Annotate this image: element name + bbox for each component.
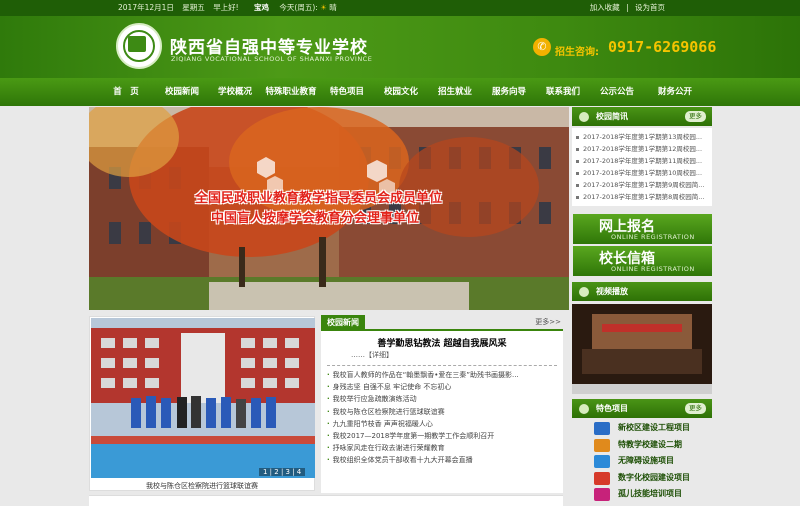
principal-mailbox-sublabel: ONLINE REGISTRATION [611, 265, 695, 273]
list-item[interactable]: 我校组织全体党员干部收看十九大开幕会直播 [327, 454, 561, 466]
campus-brief-title: 校园简讯 [596, 112, 628, 121]
news-photo-slider[interactable]: 1 | 2 | 3 | 4 我校与陈仓区检察院进行篮球联谊赛 [89, 316, 315, 491]
nav-school-overview[interactable]: 学校概况 [212, 78, 258, 106]
list-item[interactable]: 2017-2018学年度第1学期第10周校园... [576, 167, 708, 179]
weather-text: 晴 [329, 3, 337, 12]
campus-brief-header: 校园简讯 更多 [572, 107, 712, 126]
features-list: 新校区建设工程项目 特教学校建设二期 无障碍设施项目 数字化校园建设项目 孤儿技… [584, 420, 710, 503]
add-favorite-link[interactable]: 加入收藏 [590, 3, 620, 12]
campus-brief-icon [579, 112, 589, 122]
list-item[interactable]: 2017-2018学年度第1学期第8周校园简... [576, 191, 708, 203]
campus-brief-more-button[interactable]: 更多 [685, 111, 706, 122]
list-item[interactable]: 身残志坚 自强不息 牢记使命 不忘初心 [327, 381, 561, 393]
campus-brief-list: 2017-2018学年度第1学期第13周校园... 2017-2018学年度第1… [572, 128, 712, 206]
principal-mailbox-button[interactable]: 校长信箱 ONLINE REGISTRATION [573, 246, 712, 276]
main-nav: 首 页 校园新闻 学校概况 特殊职业教育 特色项目 校园文化 招生就业 服务向导… [0, 78, 800, 106]
today-text: 今天(周五): [279, 3, 318, 12]
campus-news-panel: 善学勤思钻教法 超越自我展风采 ……【详细】 我校盲人教师的作品在“翰墨飘香•爱… [321, 331, 563, 493]
features-more-button[interactable]: 更多 [685, 403, 706, 414]
feature-item[interactable]: 孤儿技能培训项目 [584, 486, 710, 503]
list-item[interactable]: 我校盲人教师的作品在“翰墨飘香•爱在三秦”助残书画摄影... [327, 369, 561, 381]
list-item[interactable]: 九九重阳节枝香 声声祝福暖人心 [327, 418, 561, 430]
feature-label: 无障碍设施项目 [618, 456, 674, 466]
banner-text-line2: 中国盲人按摩学会教育分会理事单位 [211, 211, 420, 226]
nav-special-education[interactable]: 特殊职业教育 [262, 78, 320, 106]
list-item[interactable]: 我校2017—2018学年度第一期教学工作会顺利召开 [327, 430, 561, 442]
campus-news-tabbar: 校园新闻 更多>> [321, 315, 563, 331]
feature-item[interactable]: 新校区建设工程项目 [584, 420, 710, 437]
online-registration-sublabel: ONLINE REGISTRATION [611, 233, 695, 241]
hero-banner[interactable]: 全国民政职业教育教学指导委员会成员单位 中国盲人按摩学会教育分会理事单位 [89, 107, 569, 310]
photo-pager[interactable]: 1 | 2 | 3 | 4 [259, 468, 306, 476]
news-headline[interactable]: 善学勤思钻教法 超越自我展风采 [321, 336, 563, 349]
school-logo[interactable] [116, 23, 162, 69]
weather-info: 宝鸡 今天(周五): ☀ 晴 [254, 0, 337, 16]
list-item[interactable]: 2017-2018学年度第1学期第12周校园... [576, 143, 708, 155]
divider [327, 365, 557, 366]
nav-admission-employment[interactable]: 招生就业 [432, 78, 478, 106]
site-header: 陕西省自强中等专业学校 ZIQIANG VOCATIONAL SCHOOL OF… [0, 16, 800, 78]
school-icon [594, 438, 610, 452]
video-title: 视频播放 [596, 287, 628, 296]
date-text: 2017年12月1日 [118, 3, 174, 12]
digital-campus-icon [594, 471, 610, 485]
nav-feature-projects[interactable]: 特色项目 [324, 78, 370, 106]
feature-item[interactable]: 数字化校园建设项目 [584, 470, 710, 487]
features-title: 特色项目 [596, 404, 628, 413]
top-links: 加入收藏 | 设为首页 [586, 0, 665, 16]
news-detail-link[interactable]: ……【详细】 [351, 350, 393, 360]
feature-label: 新校区建设工程项目 [618, 423, 690, 432]
city-text: 宝鸡 [254, 3, 269, 12]
date-info: 2017年12月1日 星期五 早上好! [118, 0, 245, 16]
banner-text-line1: 全国民政职业教育教学指导委员会成员单位 [195, 191, 443, 206]
link-separator: | [626, 3, 629, 12]
admission-phone-number: 0917-6269066 [608, 38, 717, 56]
video-controls[interactable] [572, 384, 712, 394]
photo-caption: 我校与陈仓区检察院进行篮球联谊赛 [146, 482, 258, 490]
top-bar: 2017年12月1日 星期五 早上好! 宝鸡 今天(周五): ☀ 晴 加入收藏 … [0, 0, 800, 16]
nav-announcements[interactable]: 公示公告 [594, 78, 640, 106]
video-header: 视频播放 [572, 282, 712, 301]
building-icon [594, 422, 610, 435]
news-photo [91, 318, 315, 478]
heart-icon [594, 488, 610, 502]
greeting-text: 早上好! [213, 3, 239, 12]
video-icon [579, 287, 589, 297]
list-item[interactable]: 2017-2018学年度第1学期第11周校园... [576, 155, 708, 167]
feature-label: 特教学校建设二期 [618, 439, 682, 449]
features-header: 特色项目 更多 [572, 399, 712, 418]
nav-contact-us[interactable]: 联系我们 [540, 78, 586, 106]
features-icon [579, 404, 589, 414]
sun-icon: ☀ [320, 3, 327, 12]
online-registration-button[interactable]: 网上报名 ONLINE REGISTRATION [573, 214, 712, 244]
logo-mark-icon [128, 36, 146, 52]
weekday-text: 星期五 [182, 3, 205, 12]
list-item[interactable]: 抒咏家风走在行政去谢进行荣耀教育 [327, 442, 561, 454]
list-item[interactable]: 我校举行应急疏散演练活动 [327, 393, 561, 405]
wheelchair-icon [594, 455, 610, 469]
nav-campus-culture[interactable]: 校园文化 [378, 78, 424, 106]
campus-news-list: 我校盲人教师的作品在“翰墨飘香•爱在三秦”助残书画摄影... 身残志坚 自强不息… [327, 369, 561, 467]
feature-item[interactable]: 无障碍设施项目 [584, 453, 710, 470]
feature-item[interactable]: 特教学校建设二期 [584, 437, 710, 454]
feature-label: 孤儿技能培训项目 [618, 489, 682, 499]
nav-home[interactable]: 首 页 [104, 78, 148, 106]
list-item[interactable]: 我校与陈仓区检察院进行篮球联谊赛 [327, 406, 561, 418]
admission-phone-label: 招生咨询: [555, 47, 599, 58]
phone-icon: ✆ [533, 38, 551, 56]
bottom-section-strip [89, 495, 563, 506]
list-item[interactable]: 2017-2018学年度第1学期第13周校园... [576, 131, 708, 143]
nav-campus-news[interactable]: 校园新闻 [154, 78, 210, 106]
set-homepage-link[interactable]: 设为首页 [635, 3, 665, 12]
school-name-english: ZIQIANG VOCATIONAL SCHOOL OF SHAANXI PRO… [171, 55, 373, 63]
campus-news-more-link[interactable]: 更多>> [535, 317, 561, 327]
tab-campus-news[interactable]: 校园新闻 [321, 315, 365, 331]
nav-service-guide[interactable]: 服务向导 [486, 78, 532, 106]
video-player[interactable] [572, 304, 712, 394]
feature-label: 数字化校园建设项目 [618, 472, 690, 482]
list-item[interactable]: 2017-2018学年度第1学期第9周校园简... [576, 179, 708, 191]
nav-financial-disclosure[interactable]: 财务公开 [650, 78, 700, 106]
video-frame [572, 304, 712, 384]
